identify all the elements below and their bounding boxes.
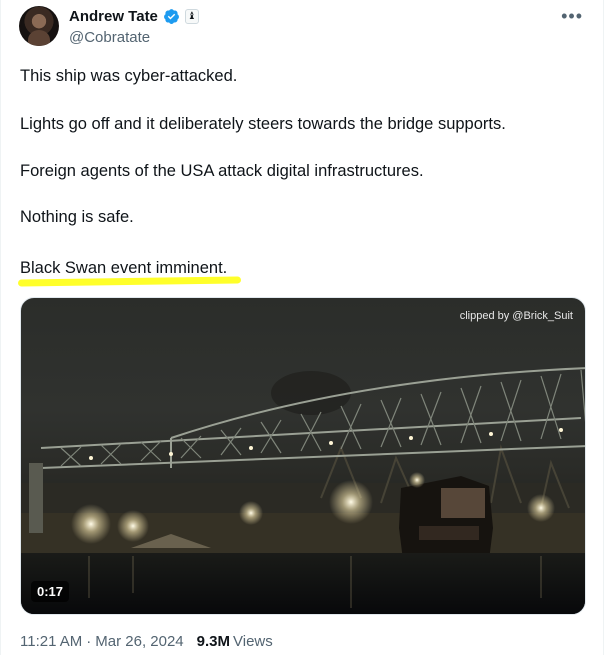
tweet-line-2: Lights go off and it deliberately steers…	[20, 115, 506, 133]
tweet-line-1: This ship was cyber-attacked.	[20, 67, 238, 85]
video-player[interactable]: clipped by @Brick_Suit 0:17	[20, 297, 586, 615]
tweet-date[interactable]: Mar 26, 2024	[95, 633, 183, 650]
meta-separator: ·	[86, 633, 92, 650]
more-options-icon[interactable]: •••	[561, 6, 583, 27]
video-frame	[21, 367, 585, 614]
tweet-card: Andrew Tate ♝ @Cobratate ••• This ship w…	[0, 0, 604, 655]
verified-badge-icon	[163, 9, 179, 24]
views-label: Views	[233, 633, 273, 650]
video-duration-badge: 0:17	[31, 581, 70, 602]
tweet-meta: 11:21 AM · Mar 26, 2024 9.3M Views	[20, 629, 273, 655]
tweet-time[interactable]: 11:21 AM	[20, 633, 82, 650]
tweet-line-3: Foreign agents of the USA attack digital…	[20, 162, 424, 180]
views-count[interactable]: 9.3M	[189, 629, 238, 655]
chess-piece-icon[interactable]: ♝	[184, 9, 199, 24]
tweet-line-5: Black Swan event imminent.	[20, 259, 228, 277]
author-name-row: Andrew Tate ♝	[69, 8, 199, 25]
display-name[interactable]: Andrew Tate	[69, 8, 158, 25]
avatar[interactable]	[19, 6, 59, 46]
author-handle[interactable]: @Cobratate	[69, 29, 150, 46]
clip-credit: clipped by @Brick_Suit	[459, 310, 573, 322]
tweet-line-4: Nothing is safe.	[20, 208, 134, 226]
